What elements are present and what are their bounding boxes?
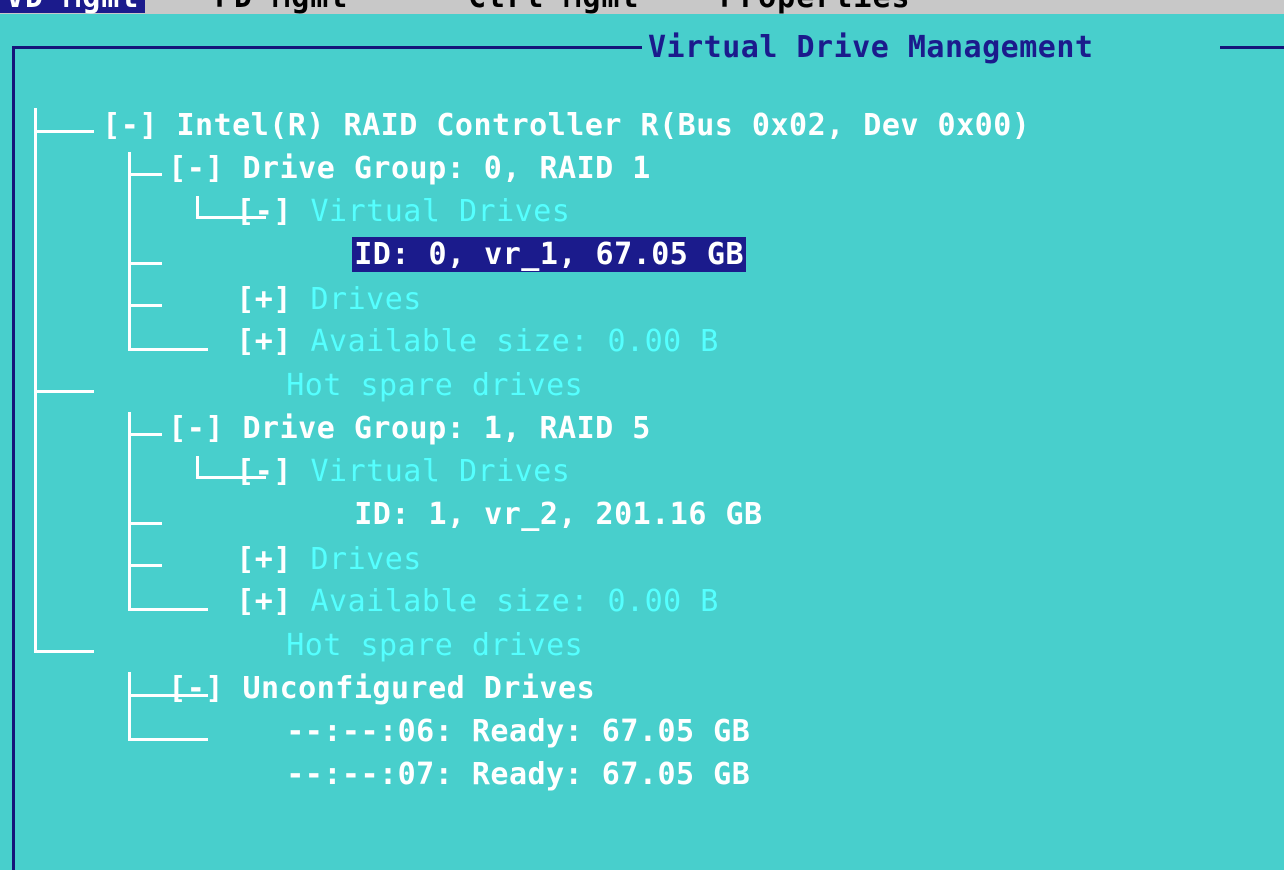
tree-node-hot-spare-1[interactable]: Hot spare drives (212, 592, 583, 663)
tree-node-drive-group-0[interactable]: [-] Drive Group: 0, RAID 1 (94, 115, 651, 186)
tree-node-drives-1[interactable]: [+] Drives (162, 506, 422, 577)
tree-node-vd-1[interactable]: ID: 1, vr_2, 201.16 GB (280, 461, 763, 532)
bios-screen: VD Mgmt PD Mgmt Ctrl Mgmt Properties Vir… (0, 0, 1284, 870)
tree-node-hot-spare-0[interactable]: Hot spare drives (212, 332, 583, 403)
panel-frame-top-left (12, 46, 642, 49)
tree-node-unconfigured-drive[interactable]: --:--:07: Ready: 67.05 GB (212, 721, 750, 792)
tree-connector (34, 390, 94, 393)
tab-properties[interactable]: Properties (720, 0, 911, 13)
tree-connector (128, 304, 162, 307)
panel-frame-left (12, 46, 15, 870)
panel-title: Virtual Drive Management (648, 30, 1094, 65)
tree-node-available-size-0[interactable]: [+] Available size: 0.00 B (162, 288, 719, 359)
tree-node-virtual-drives-1[interactable]: [-] Virtual Drives (162, 418, 570, 489)
tree-node-unconfigured-drives[interactable]: [-] Unconfigured Drives (94, 635, 595, 706)
tree-node-available-size-1[interactable]: [+] Available size: 0.00 B (162, 548, 719, 619)
tree-connector (34, 108, 37, 652)
tab-pd-mgmt[interactable]: PD Mgmt (215, 0, 348, 13)
tree-connector (128, 738, 208, 741)
tree-connector (128, 564, 162, 567)
physical-drive-item[interactable]: --:--:07: Ready: 67.05 GB (286, 757, 750, 792)
tree-node-virtual-drives-0[interactable]: [-] Virtual Drives (162, 158, 570, 229)
tree-node-vd-0[interactable]: ID: 0, vr_1, 67.05 GB (278, 201, 747, 272)
tree-node-unconfigured-drive[interactable]: --:--:06: Ready: 67.05 GB (212, 678, 750, 749)
tree-connector (128, 522, 162, 525)
tab-vd-mgmt[interactable]: VD Mgmt (0, 0, 146, 13)
tree-connector (34, 650, 94, 653)
tab-bar: VD Mgmt PD Mgmt Ctrl Mgmt Properties (0, 0, 1284, 14)
tree-node-controller[interactable]: [-] Intel(R) RAID Controller R(Bus 0x02,… (28, 72, 1030, 143)
tree-node-drives-0[interactable]: [+] Drives (162, 246, 422, 317)
tree-node-drive-group-1[interactable]: [-] Drive Group: 1, RAID 5 (94, 375, 651, 446)
tab-ctrl-mgmt[interactable]: Ctrl Mgmt (468, 0, 640, 13)
tree-connector (128, 262, 162, 265)
panel-frame-top-right (1220, 46, 1284, 49)
